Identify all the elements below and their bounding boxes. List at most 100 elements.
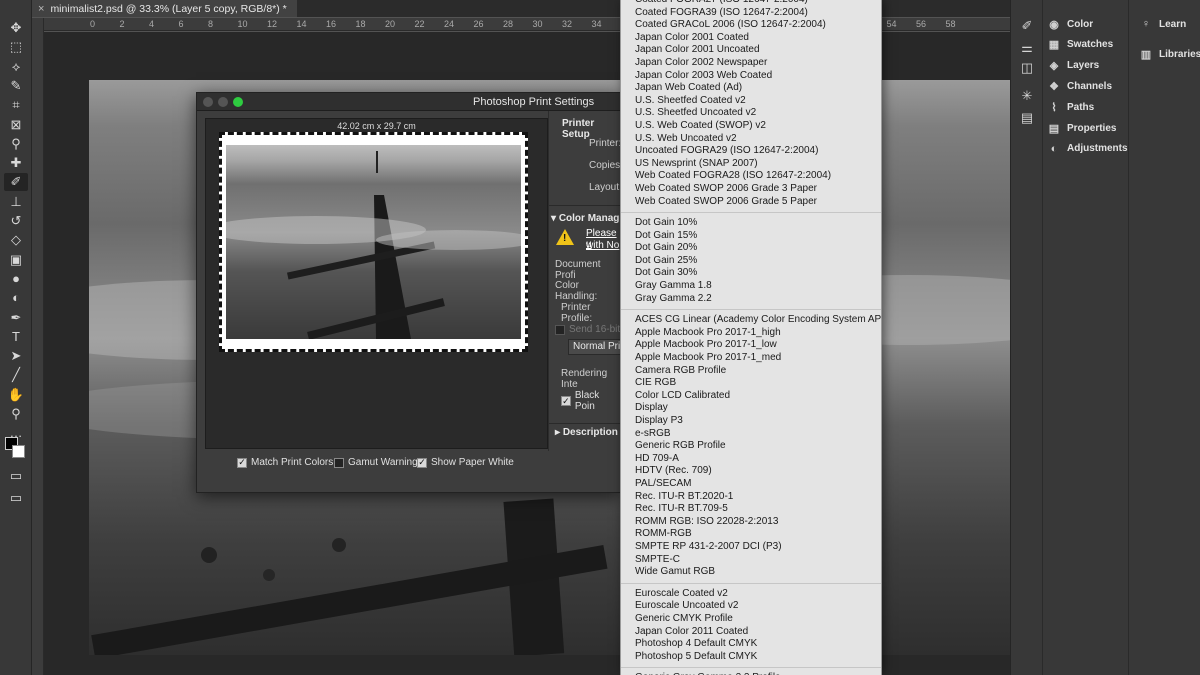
zoom-icon[interactable]: ⚲ xyxy=(4,405,28,423)
eraser-icon[interactable]: ◇ xyxy=(4,231,28,249)
gradient-icon[interactable]: ▣ xyxy=(4,251,28,269)
printer-profile-dropdown[interactable]: Coated FOGRA27 (ISO 12647-2:2004)Coated … xyxy=(620,0,882,675)
dialog-titlebar[interactable]: Photoshop Print Settings xyxy=(197,93,620,111)
panel-layers[interactable]: ◈ Layers xyxy=(1047,57,1099,75)
menu-item-profile[interactable]: US Newsprint (SNAP 2007) xyxy=(621,158,881,171)
panel-paths[interactable]: ⌇ Paths xyxy=(1047,98,1094,116)
menu-item-profile[interactable]: Web Coated SWOP 2006 Grade 5 Paper xyxy=(621,196,881,209)
menu-item-profile[interactable]: U.S. Sheetfed Coated v2 xyxy=(621,95,881,108)
color-management-heading[interactable]: ▾ Color Manag xyxy=(551,213,619,224)
minimize-window-icon[interactable] xyxy=(218,97,228,107)
menu-item-profile[interactable]: Japan Web Coated (Ad) xyxy=(621,82,881,95)
menu-item-profile[interactable]: Japan Color 2002 Newspaper xyxy=(621,57,881,70)
warning-link-line2[interactable]: with No xyxy=(586,240,619,251)
menu-item-profile[interactable]: Rec. ITU-R BT.2020-1 xyxy=(621,491,881,504)
menu-item-profile[interactable]: Wide Gamut RGB xyxy=(621,566,881,579)
vertical-ruler[interactable] xyxy=(32,18,44,675)
print-preview-image[interactable] xyxy=(226,145,521,339)
menu-item-profile[interactable]: Coated FOGRA27 (ISO 12647-2:2004) xyxy=(621,0,881,7)
close-tab-icon[interactable]: × xyxy=(38,3,44,15)
marquee-icon[interactable]: ⬚ xyxy=(4,38,28,56)
menu-item-profile[interactable]: Generic RGB Profile xyxy=(621,440,881,453)
history-brush-icon[interactable]: ↺ xyxy=(4,212,28,230)
line-icon[interactable]: ╱ xyxy=(4,366,28,384)
quick-select-icon[interactable]: ✎ xyxy=(4,77,28,95)
panel-libraries[interactable]: ▥ Libraries xyxy=(1139,45,1200,63)
send-16bit-checkbox[interactable]: Send 16-bit xyxy=(555,324,620,335)
zoom-window-icon[interactable] xyxy=(233,97,243,107)
brush-icon[interactable]: ✐ xyxy=(4,173,28,192)
document-tab[interactable]: × minimalist2.psd @ 33.3% (Layer 5 copy,… xyxy=(32,0,297,17)
healing-icon[interactable]: ✚ xyxy=(4,154,28,172)
menu-item-profile[interactable]: Japan Color 2011 Coated xyxy=(621,626,881,639)
menu-item-profile[interactable]: Photoshop 4 Default CMYK xyxy=(621,638,881,651)
menu-item-profile[interactable]: HDTV (Rec. 709) xyxy=(621,465,881,478)
menu-item-profile[interactable]: Dot Gain 15% xyxy=(621,230,881,243)
panel-learn[interactable]: ♀ Learn xyxy=(1139,15,1186,33)
dodge-icon[interactable]: ◐ xyxy=(4,289,28,307)
panel-channels[interactable]: ❖ Channels xyxy=(1047,77,1112,95)
menu-item-profile[interactable]: Dot Gain 25% xyxy=(621,255,881,268)
menu-item-profile[interactable]: Rec. ITU-R BT.709-5 xyxy=(621,503,881,516)
quick-mask-icon[interactable]: ▭ xyxy=(4,467,28,485)
menu-item-profile[interactable]: Euroscale Uncoated v2 xyxy=(621,600,881,613)
type-icon[interactable]: T xyxy=(4,328,28,346)
stamp-icon[interactable]: ⊥ xyxy=(4,193,28,211)
menu-item-profile[interactable]: Uncoated FOGRA29 (ISO 12647-2:2004) xyxy=(621,145,881,158)
styles-icon[interactable]: ◫ xyxy=(1018,60,1036,76)
path-select-icon[interactable]: ➤ xyxy=(4,347,28,365)
printer-setup-heading[interactable]: Printer Setup xyxy=(562,118,621,140)
panel-swatches[interactable]: ▦ Swatches xyxy=(1047,36,1113,54)
menu-item-profile[interactable]: SMPTE-C xyxy=(621,554,881,567)
screen-mode-icon[interactable]: ▭ xyxy=(4,489,28,507)
menu-item-profile[interactable]: Display xyxy=(621,402,881,415)
menu-item-profile[interactable]: Japan Color 2001 Uncoated xyxy=(621,44,881,57)
menu-item-profile[interactable]: Coated GRACoL 2006 (ISO 12647-2:2004) xyxy=(621,19,881,32)
description-heading[interactable]: ▸ Description xyxy=(555,427,618,438)
menu-item-profile[interactable]: ROMM RGB: ISO 22028-2:2013 xyxy=(621,516,881,529)
menu-item-profile[interactable]: SMPTE RP 431-2-2007 DCI (P3) xyxy=(621,541,881,554)
close-window-icon[interactable] xyxy=(203,97,213,107)
menu-item-profile[interactable]: Coated FOGRA39 (ISO 12647-2:2004) xyxy=(621,7,881,20)
menu-item-profile[interactable]: Generic CMYK Profile xyxy=(621,613,881,626)
menu-item-profile[interactable]: Dot Gain 10% xyxy=(621,217,881,230)
gamut-warning-checkbox[interactable]: Gamut Warning xyxy=(334,457,418,468)
menu-item-profile[interactable]: Apple Macbook Pro 2017-1_med xyxy=(621,352,881,365)
frame-icon[interactable]: ⊠ xyxy=(4,116,28,134)
pen-icon[interactable]: ✒ xyxy=(4,309,28,327)
menu-item-profile[interactable]: CIE RGB xyxy=(621,377,881,390)
menu-item-profile[interactable]: U.S. Web Uncoated v2 xyxy=(621,133,881,146)
menu-item-profile[interactable]: ROMM-RGB xyxy=(621,528,881,541)
move-icon[interactable]: ✥ xyxy=(4,19,28,37)
menu-item-profile[interactable]: Dot Gain 20% xyxy=(621,242,881,255)
menu-item-profile[interactable]: Web Coated FOGRA28 (ISO 12647-2:2004) xyxy=(621,170,881,183)
menu-item-profile[interactable]: Photoshop 5 Default CMYK xyxy=(621,651,881,664)
blur-icon[interactable]: ● xyxy=(4,270,28,288)
panel-color[interactable]: ◉ Color xyxy=(1047,15,1093,33)
menu-item-profile[interactable]: Apple Macbook Pro 2017-1_low xyxy=(621,339,881,352)
menu-item-profile[interactable]: Euroscale Coated v2 xyxy=(621,588,881,601)
lasso-icon[interactable]: ⟡ xyxy=(4,58,28,76)
panel-properties[interactable]: ▤ Properties xyxy=(1047,119,1117,137)
menu-item-profile[interactable]: U.S. Web Coated (SWOP) v2 xyxy=(621,120,881,133)
menu-item-profile[interactable]: Gray Gamma 1.8 xyxy=(621,280,881,293)
glyphs-icon[interactable]: ✳ xyxy=(1018,88,1036,104)
menu-item-profile[interactable]: HD 709-A xyxy=(621,453,881,466)
menu-item-profile[interactable]: ACES CG Linear (Academy Color Encoding S… xyxy=(621,314,881,327)
brushes-icon[interactable]: ✐ xyxy=(1018,18,1036,34)
match-print-colors-checkbox[interactable]: ✓ Match Print Colors xyxy=(237,457,333,468)
panel-adjustments[interactable]: ◐ Adjustments xyxy=(1047,140,1128,158)
background-color-swatch[interactable] xyxy=(12,445,25,458)
histogram-icon[interactable]: ▤ xyxy=(1018,110,1036,126)
menu-item-profile[interactable]: Web Coated SWOP 2006 Grade 3 Paper xyxy=(621,183,881,196)
menu-item-profile[interactable]: U.S. Sheetfed Uncoated v2 xyxy=(621,107,881,120)
adjust-sliders-icon[interactable]: ⚌ xyxy=(1018,40,1036,56)
show-paper-white-checkbox[interactable]: ✓ Show Paper White xyxy=(417,457,514,468)
normal-printing-popup[interactable]: Normal Prin xyxy=(568,339,622,355)
menu-item-profile[interactable]: PAL/SECAM xyxy=(621,478,881,491)
menu-item-profile[interactable]: Japan Color 2001 Coated xyxy=(621,32,881,45)
black-point-checkbox[interactable]: ✓ Black Poin xyxy=(561,390,621,412)
menu-item-profile[interactable]: Japan Color 2003 Web Coated xyxy=(621,70,881,83)
menu-item-profile[interactable]: e-sRGB xyxy=(621,428,881,441)
hand-icon[interactable]: ✋ xyxy=(4,386,28,404)
